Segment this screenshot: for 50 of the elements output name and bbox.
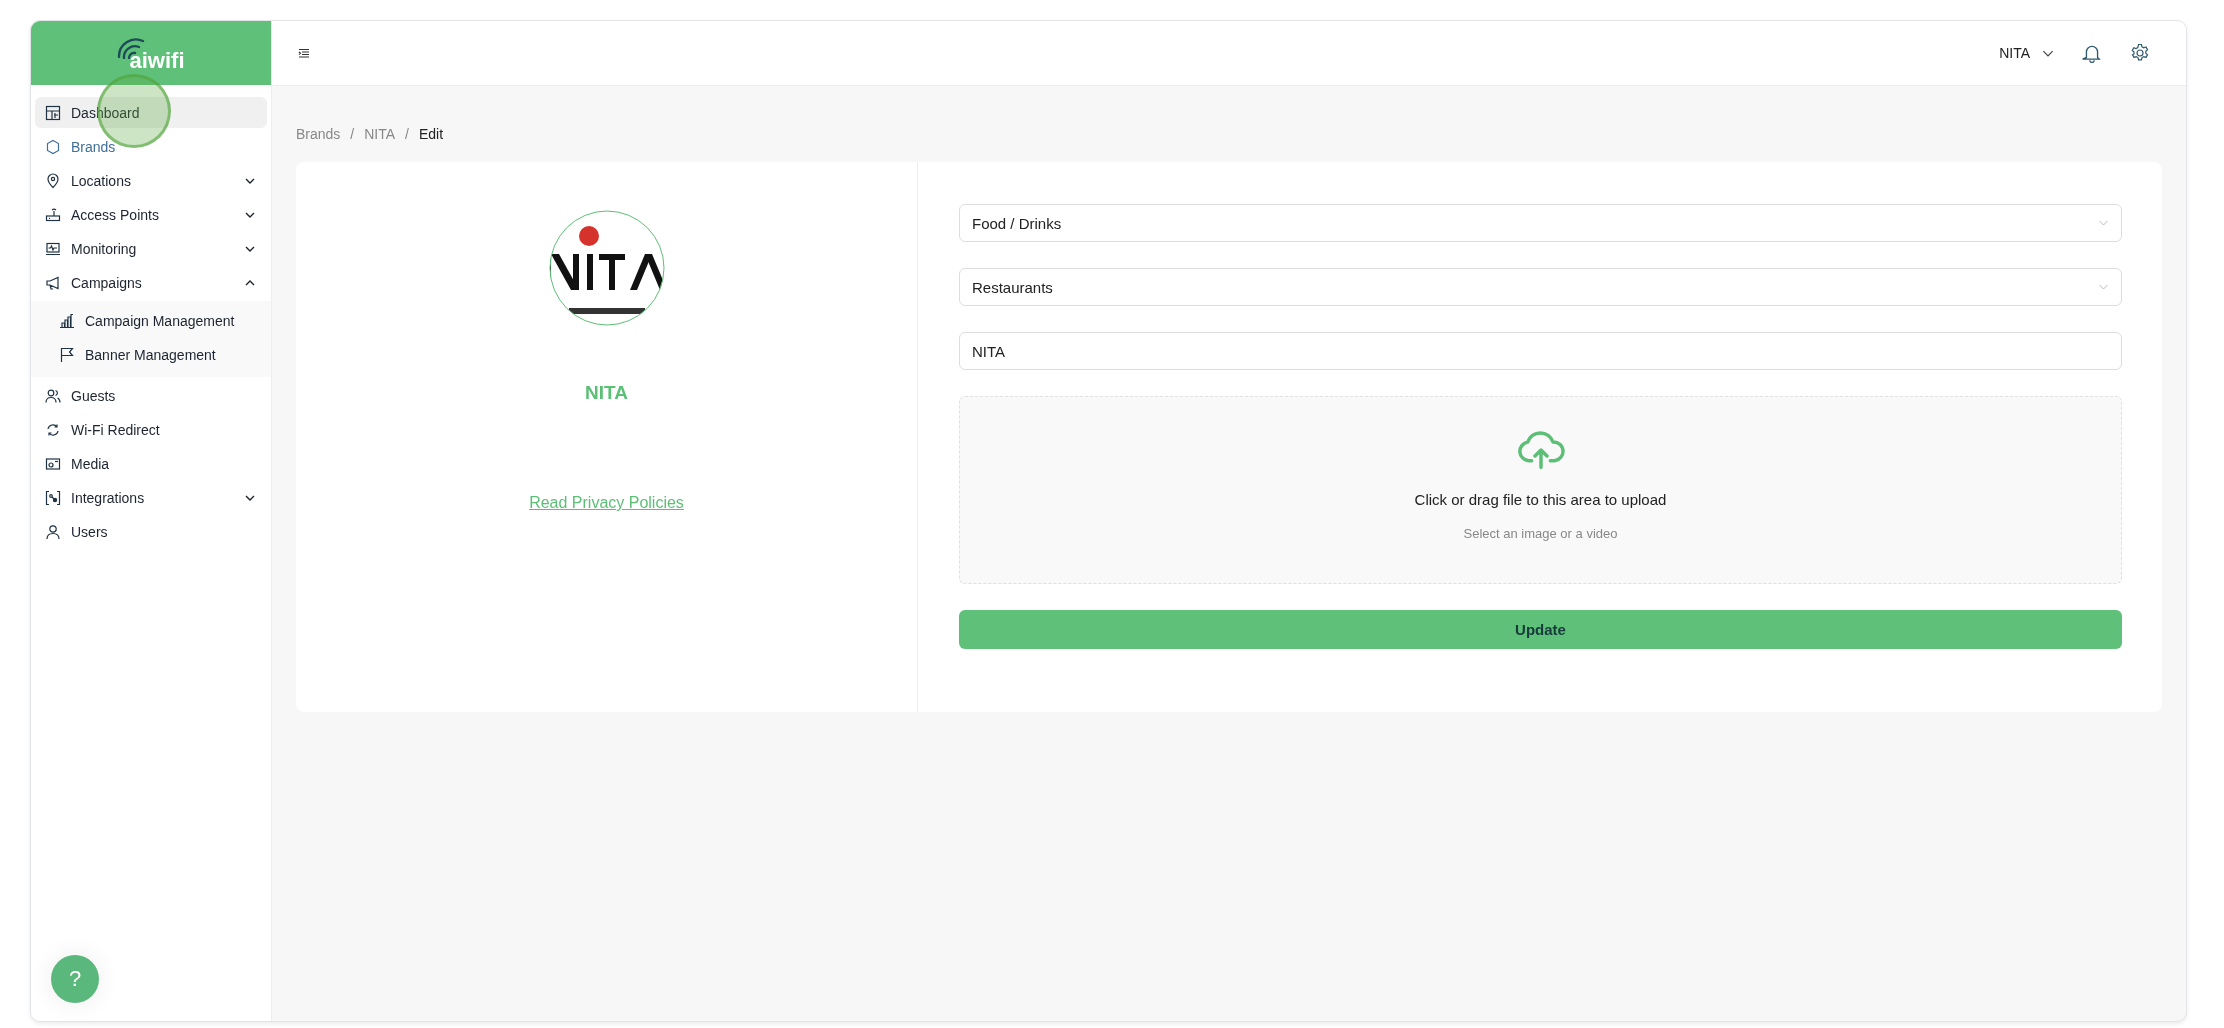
upload-title: Click or drag file to this area to upload: [1414, 491, 1667, 508]
map-pin-icon: [45, 172, 61, 189]
sidebar-item[interactable]: Wi-Fi Redirect: [35, 414, 267, 445]
chevron-down-icon: [2042, 49, 2054, 57]
flag-icon: [59, 346, 75, 363]
sidebar-subitem[interactable]: Campaign Management: [35, 305, 267, 336]
account-dropdown[interactable]: NITA: [1999, 45, 2054, 61]
sidebar-item[interactable]: Media: [35, 448, 267, 479]
select-field[interactable]: Restaurants: [959, 268, 2122, 306]
sidebar-subitem[interactable]: Banner Management: [35, 339, 267, 370]
cloud-upload-icon: [1516, 431, 1565, 469]
sidebar-item[interactable]: Campaigns: [35, 267, 267, 298]
breadcrumb-separator: /: [405, 126, 409, 142]
chevron-down-icon: [2098, 220, 2109, 226]
user-icon: [45, 523, 61, 540]
hexagon-icon: [45, 138, 61, 155]
sidebar-item[interactable]: Brands: [35, 131, 267, 162]
bar-chart-icon: [59, 312, 75, 329]
chevron-icon: [245, 494, 255, 501]
chevron-icon: [245, 279, 255, 286]
menu-icon[interactable]: [298, 48, 310, 58]
sidebar-item[interactable]: Monitoring: [35, 233, 267, 264]
media-icon: [45, 455, 61, 472]
chevron-down-icon: [2098, 284, 2109, 290]
router-icon: [45, 206, 61, 223]
upload-hint: Select an image or a video: [1463, 526, 1618, 541]
sidebar-item[interactable]: Users: [35, 516, 267, 547]
sidebar-item[interactable]: Locations: [35, 165, 267, 196]
sidebar-item[interactable]: Access Points: [35, 199, 267, 230]
refresh-icon: [45, 421, 61, 438]
chevron-icon: [245, 177, 255, 184]
input-field[interactable]: NITA: [959, 332, 2122, 370]
notification-bell-icon[interactable]: [2082, 43, 2102, 63]
sidebar-item[interactable]: Dashboard: [35, 97, 267, 128]
dashboard-icon: [45, 104, 61, 121]
megaphone-icon: [45, 274, 61, 291]
sidebar-item[interactable]: Guests: [35, 380, 267, 411]
breadcrumb-separator: /: [350, 126, 355, 142]
logo-text: aiwifi: [129, 48, 185, 74]
brand-name: NITA: [585, 382, 628, 404]
users-icon: [45, 387, 61, 404]
upload-dropzone[interactable]: Click or drag file to this area to upload Select an image or a video: [959, 396, 2122, 584]
chevron-icon: [245, 211, 255, 218]
monitor-icon: [45, 240, 61, 257]
update-button[interactable]: Update: [959, 610, 2122, 649]
settings-icon[interactable]: [2130, 43, 2150, 63]
select-field[interactable]: Food / Drinks: [959, 204, 2122, 242]
integration-icon: [45, 489, 61, 506]
chevron-icon: [245, 245, 255, 252]
sidebar-item[interactable]: Integrations: [35, 482, 267, 513]
